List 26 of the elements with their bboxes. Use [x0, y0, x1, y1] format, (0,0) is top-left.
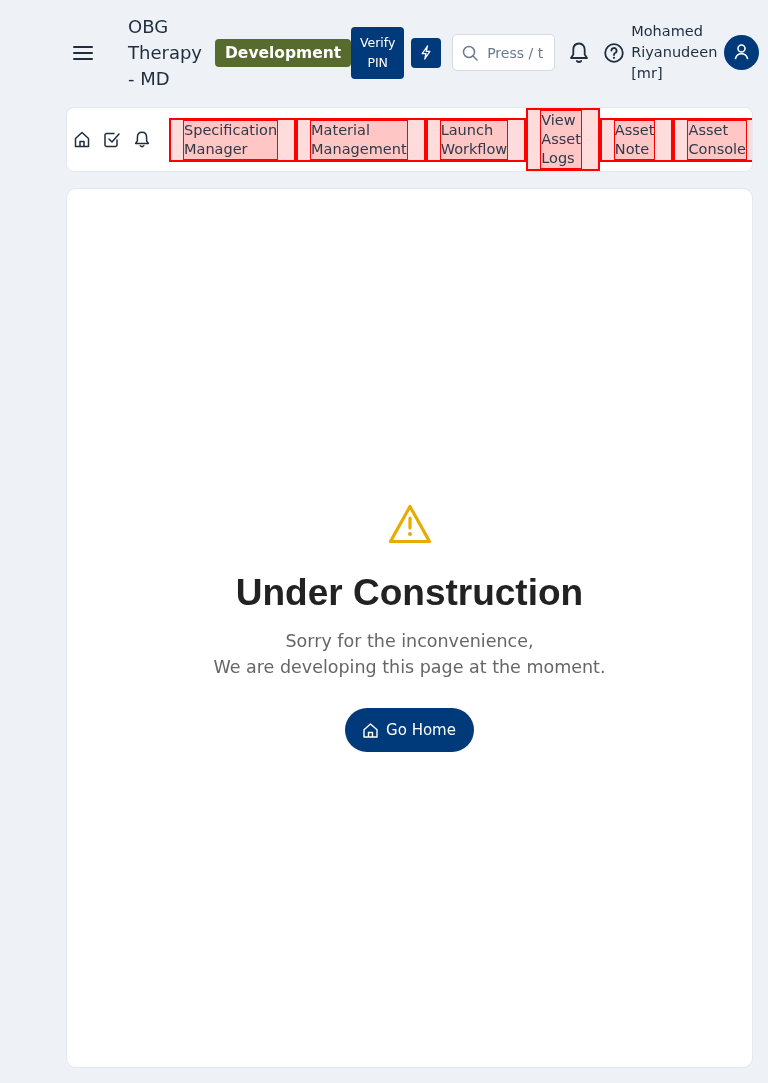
- lightning-icon: [421, 45, 432, 60]
- home-icon: [363, 722, 379, 738]
- quick-action-button[interactable]: [411, 37, 442, 68]
- checked-box-icon[interactable]: [104, 131, 120, 148]
- nav-link[interactable]: Asset Note: [599, 117, 674, 162]
- nav-link[interactable]: Specification Manager: [169, 117, 297, 162]
- nav-link[interactable]: Asset Console: [673, 117, 752, 162]
- search-icon: [462, 44, 479, 61]
- warning-icon: [387, 504, 432, 544]
- message-text: Sorry for the inconvenience, We are developing this page at the moment.: [213, 630, 606, 679]
- avatar-icon[interactable]: [724, 35, 760, 70]
- nav-link[interactable]: View Asset Logs: [526, 108, 600, 171]
- menu-icon[interactable]: [73, 45, 93, 60]
- nav-link[interactable]: Material Management: [296, 117, 426, 162]
- app-title: OBG Therapy - MD: [128, 14, 203, 91]
- bell-icon[interactable]: [134, 131, 150, 148]
- nav-link[interactable]: Launch Workflow: [425, 117, 527, 162]
- bell-icon[interactable]: [569, 41, 590, 64]
- home-icon[interactable]: [74, 131, 90, 148]
- search-field[interactable]: Press / t: [452, 34, 556, 71]
- go-home-button[interactable]: Go Home: [345, 708, 474, 752]
- user-name: Mohamed Riyanudeen [mr]: [631, 22, 718, 83]
- environment-badge: Development: [215, 38, 352, 67]
- verify-pin-button[interactable]: Verify PIN: [351, 26, 405, 79]
- page-heading: Under Construction: [235, 571, 584, 615]
- help-icon[interactable]: [604, 42, 625, 63]
